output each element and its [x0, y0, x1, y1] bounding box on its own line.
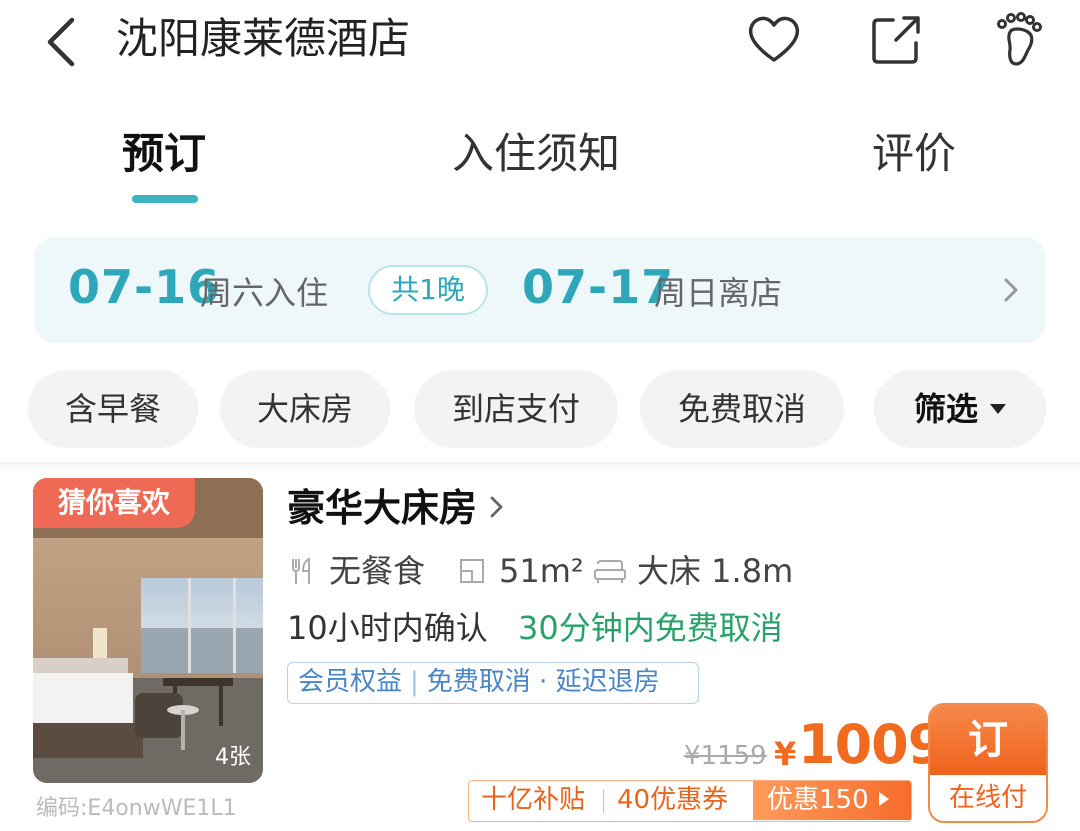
header: 沈阳康莱德酒店 [0, 0, 1080, 80]
book-label: 订 [930, 705, 1046, 775]
filter-king-bed[interactable]: 大床房 [220, 370, 390, 448]
room-name[interactable]: 豪华大床房 [287, 482, 477, 534]
date-selector[interactable]: 07-16 周六入住 共1晚 07-17 周日离店 [34, 237, 1046, 343]
bed-text: 大床 1.8m [637, 552, 794, 590]
footprint-icon[interactable] [990, 10, 1050, 70]
filter-more-button[interactable]: 筛选 [874, 370, 1046, 448]
section-divider [0, 462, 1080, 472]
caret-down-icon [990, 404, 1006, 414]
promo-discount-label: 优惠150 [767, 785, 869, 815]
perk-member: 会员权益 [298, 667, 403, 697]
area-icon [460, 559, 484, 583]
filter-free-cancel[interactable]: 免费取消 [640, 370, 844, 448]
perk-separator: | [410, 667, 419, 697]
active-tab-indicator [132, 195, 198, 203]
room-code: 编码:E4onwWE1L1 [36, 796, 237, 821]
checkout-label: 周日离店 [654, 274, 783, 312]
promo-coupon: 40优惠券 [617, 785, 729, 815]
recommend-badge: 猜你喜欢 [33, 478, 195, 528]
nights-badge: 共1晚 [368, 265, 488, 315]
perk-benefits: 免费取消 · 延迟退房 [426, 667, 660, 697]
room-photo[interactable]: 猜你喜欢 4张 [33, 478, 263, 783]
area-text: 51m² [499, 552, 584, 590]
filter-breakfast[interactable]: 含早餐 [28, 370, 198, 448]
filter-more-label: 筛选 [913, 390, 978, 428]
bed-icon [594, 560, 626, 583]
chevron-right-icon [1004, 278, 1018, 302]
photo-count: 4张 [215, 745, 251, 770]
filter-pay-at-hotel[interactable]: 到店支付 [414, 370, 618, 448]
back-chevron-icon[interactable] [38, 12, 88, 72]
current-price: 1009 [798, 713, 945, 776]
free-cancel-text: 30分钟内免费取消 [518, 609, 783, 647]
chevron-right-icon[interactable] [486, 492, 508, 522]
book-button[interactable]: 订 在线付 [928, 703, 1048, 823]
filter-bar: 含早餐 大床房 到店支付 免费取消 筛选 [0, 370, 1080, 450]
checkin-date: 07-16 [68, 260, 221, 314]
tab-reviews[interactable]: 评价 [872, 126, 956, 182]
checkout-date: 07-17 [522, 260, 675, 314]
tab-checkin-notice[interactable]: 入住须知 [452, 126, 620, 182]
cutlery-icon [292, 557, 310, 584]
meal-text: 无餐食 [329, 552, 426, 590]
currency-symbol: ¥ [774, 735, 797, 773]
promo-subsidy: 十亿补贴 [481, 785, 586, 815]
share-icon[interactable] [866, 10, 926, 70]
promo-discount[interactable]: 优惠150 [753, 781, 911, 820]
tab-bar: 预订 入住须知 评价 [0, 120, 1080, 210]
promo-bar[interactable]: 十亿补贴 40优惠券 优惠150 [468, 780, 912, 822]
triangle-right-icon [878, 792, 889, 806]
promo-divider [603, 789, 604, 813]
pay-online-label: 在线付 [948, 783, 1027, 813]
page-title: 沈阳康莱德酒店 [116, 14, 411, 63]
original-price: ¥1159 [684, 741, 767, 771]
member-perks-tag[interactable]: 会员权益 | 免费取消 · 延迟退房 [287, 662, 699, 704]
heart-icon[interactable] [744, 10, 804, 70]
tab-booking[interactable]: 预订 [122, 126, 206, 182]
confirm-time: 10小时内确认 [287, 609, 488, 647]
checkin-label: 周六入住 [200, 274, 329, 312]
